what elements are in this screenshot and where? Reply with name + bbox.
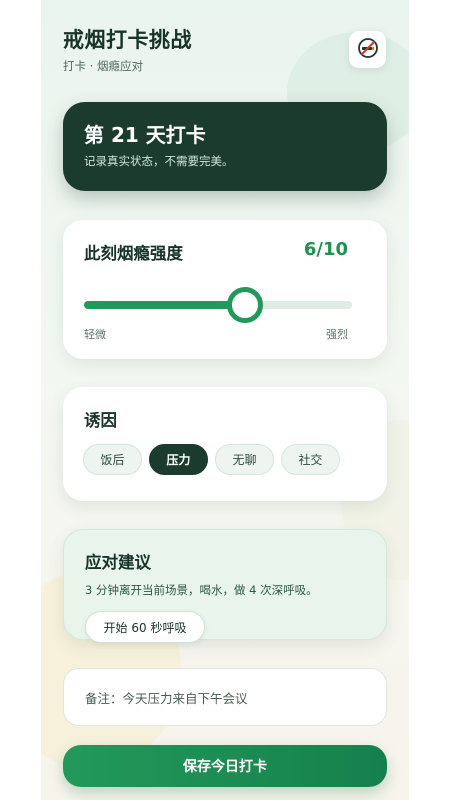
no-smoking-button[interactable] [349,31,386,68]
intensity-heading: 此刻烟瘾强度 [84,244,183,263]
intensity-slider[interactable] [84,287,352,323]
day-count-title: 第 21 天打卡 [84,123,206,147]
intensity-slider-thumb[interactable] [226,287,263,323]
intensity-value: 6/10 [303,239,348,260]
trigger-chip-social[interactable]: 社交 [281,444,340,475]
intensity-max-label: 强烈 [326,328,348,341]
intensity-min-label: 轻微 [84,328,106,341]
save-checkin-button[interactable]: 保存今日打卡 [63,745,387,787]
start-breathing-button[interactable]: 开始 60 秒呼吸 [85,611,205,643]
note-input[interactable]: 备注：今天压力来自下午会议 [63,668,387,726]
advice-heading: 应对建议 [85,553,151,572]
triggers-card: 诱因 饭后 压力 无聊 社交 [63,387,387,501]
trigger-chip-after-meal[interactable]: 饭后 [83,444,142,475]
day-card-subtitle: 记录真实状态，不需要完美。 [84,154,234,168]
triggers-heading: 诱因 [84,411,117,430]
advice-card: 应对建议 3 分钟离开当前场景，喝水，做 4 次深呼吸。 开始 60 秒呼吸 [63,529,387,643]
page-subtitle: 打卡 · 烟瘾应对 [63,59,143,73]
trigger-chip-group: 饭后 压力 无聊 社交 [83,444,340,475]
page-title: 戒烟打卡挑战 [63,28,192,52]
trigger-chip-boredom[interactable]: 无聊 [215,444,274,475]
craving-intensity-card: 此刻烟瘾强度 6/10 轻微 强烈 [63,220,387,359]
no-smoking-icon [357,37,379,63]
intensity-slider-fill [84,301,245,309]
day-checkin-card: 第 21 天打卡 记录真实状态，不需要完美。 [63,102,387,191]
trigger-chip-stress[interactable]: 压力 [149,444,208,475]
app-screen: 戒烟打卡挑战 打卡 · 烟瘾应对 第 21 天打卡 记录真实状态，不需要完美。 … [41,0,409,800]
advice-text: 3 分钟离开当前场景，喝水，做 4 次深呼吸。 [85,583,318,597]
